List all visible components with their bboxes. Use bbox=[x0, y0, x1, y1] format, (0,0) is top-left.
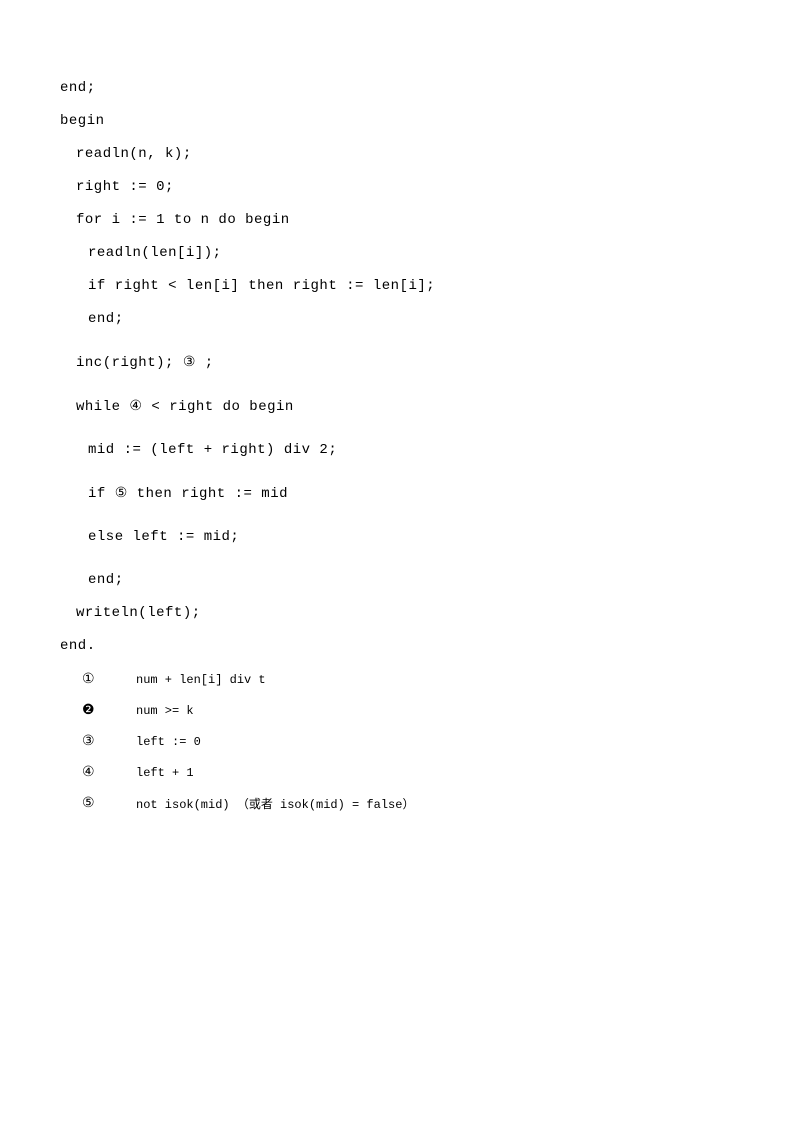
code-line: end; bbox=[60, 311, 794, 327]
code-line: begin bbox=[60, 113, 794, 129]
code-line: if right < len[i] then right := len[i]; bbox=[60, 278, 794, 294]
blank-marker-5: ⑤ bbox=[115, 486, 128, 502]
blank-marker-3: ③ bbox=[183, 355, 196, 371]
code-text: ; bbox=[196, 355, 214, 371]
code-line: mid := (left + right) div 2; bbox=[60, 442, 794, 458]
answer-row: ① num + len[i] div t bbox=[60, 671, 794, 688]
code-line: for i := 1 to n do begin bbox=[60, 212, 794, 228]
code-line: while ④ < right do begin bbox=[60, 398, 794, 415]
code-text: then right := mid bbox=[128, 486, 288, 502]
answer-row: ③ left := 0 bbox=[60, 733, 794, 750]
answer-row: ④ left + 1 bbox=[60, 764, 794, 781]
code-line: end; bbox=[60, 572, 794, 588]
code-line: readln(len[i]); bbox=[60, 245, 794, 261]
answer-text: left := 0 bbox=[136, 735, 201, 749]
code-line: end. bbox=[60, 638, 794, 654]
code-text: if bbox=[88, 486, 115, 502]
answer-marker-4: ④ bbox=[82, 764, 108, 781]
code-line: writeln(left); bbox=[60, 605, 794, 621]
answer-text: num + len[i] div t bbox=[136, 673, 266, 687]
answer-text: left + 1 bbox=[136, 766, 194, 780]
blank-marker-4: ④ bbox=[129, 399, 142, 415]
code-line: else left := mid; bbox=[60, 529, 794, 545]
code-line: inc(right); ③ ; bbox=[60, 354, 794, 371]
code-line: if ⑤ then right := mid bbox=[60, 485, 794, 502]
answer-marker-2: ❷ bbox=[82, 702, 108, 719]
answer-row: ⑤ not isok(mid) （或者 isok(mid) = false） bbox=[60, 795, 794, 812]
answer-marker-5: ⑤ bbox=[82, 795, 108, 812]
answers-block: ① num + len[i] div t ❷ num >= k ③ left :… bbox=[60, 671, 794, 812]
code-text: inc(right); bbox=[76, 355, 183, 371]
code-line: end; bbox=[60, 80, 794, 96]
answer-marker-3: ③ bbox=[82, 733, 108, 750]
answer-row: ❷ num >= k bbox=[60, 702, 794, 719]
code-line: right := 0; bbox=[60, 179, 794, 195]
code-text: while bbox=[76, 399, 129, 415]
answer-marker-1: ① bbox=[82, 671, 108, 688]
code-text: < right do begin bbox=[142, 399, 293, 415]
code-line: readln(n, k); bbox=[60, 146, 794, 162]
answer-text: not isok(mid) （或者 isok(mid) = false） bbox=[136, 795, 414, 812]
code-block: end; begin readln(n, k); right := 0; for… bbox=[60, 80, 794, 654]
answer-text: num >= k bbox=[136, 704, 194, 718]
